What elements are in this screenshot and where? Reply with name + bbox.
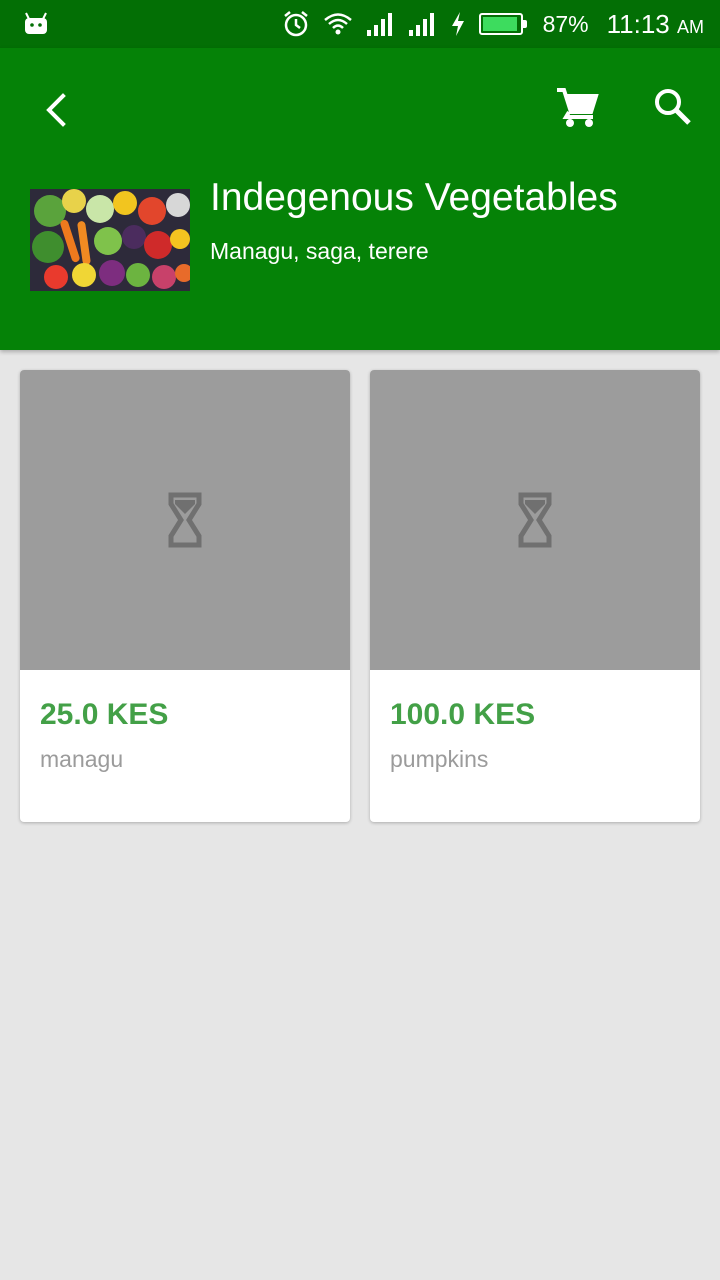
charging-icon (451, 12, 464, 36)
hourglass-icon (518, 492, 552, 548)
category-title: Indegenous Vegetables (210, 176, 618, 219)
search-icon (655, 89, 691, 125)
product-image-placeholder (370, 370, 700, 670)
cart-button[interactable] (550, 80, 604, 134)
back-arrow-icon (46, 93, 66, 127)
back-button[interactable] (30, 84, 82, 136)
wifi-icon (323, 13, 352, 35)
product-name: managu (40, 746, 124, 772)
product-price: 100.0 KES (390, 698, 536, 731)
app-bar: Indegenous Vegetables Managu, saga, tere… (0, 48, 720, 350)
clock: 11:13 AM (606, 8, 704, 39)
product-price: 25.0 KES (40, 698, 169, 731)
status-bar: 87% 11:13 AM (0, 0, 720, 48)
search-button[interactable] (646, 80, 700, 134)
category-image (30, 189, 190, 291)
product-image-placeholder (20, 370, 350, 670)
alarm-icon (283, 11, 308, 37)
product-card[interactable]: 25.0 KES managu (20, 370, 350, 822)
signal-icon (408, 13, 434, 36)
battery-percent: 87% (542, 10, 589, 37)
vegetables-image (30, 189, 190, 291)
product-card[interactable]: 100.0 KES pumpkins (370, 370, 700, 822)
hourglass-icon (168, 492, 202, 548)
category-subtitle: Managu, saga, terere (210, 238, 429, 264)
cart-icon (557, 88, 599, 127)
signal-icon (366, 13, 392, 36)
battery-icon (478, 13, 527, 35)
android-icon (25, 12, 47, 34)
product-name: pumpkins (390, 746, 489, 772)
